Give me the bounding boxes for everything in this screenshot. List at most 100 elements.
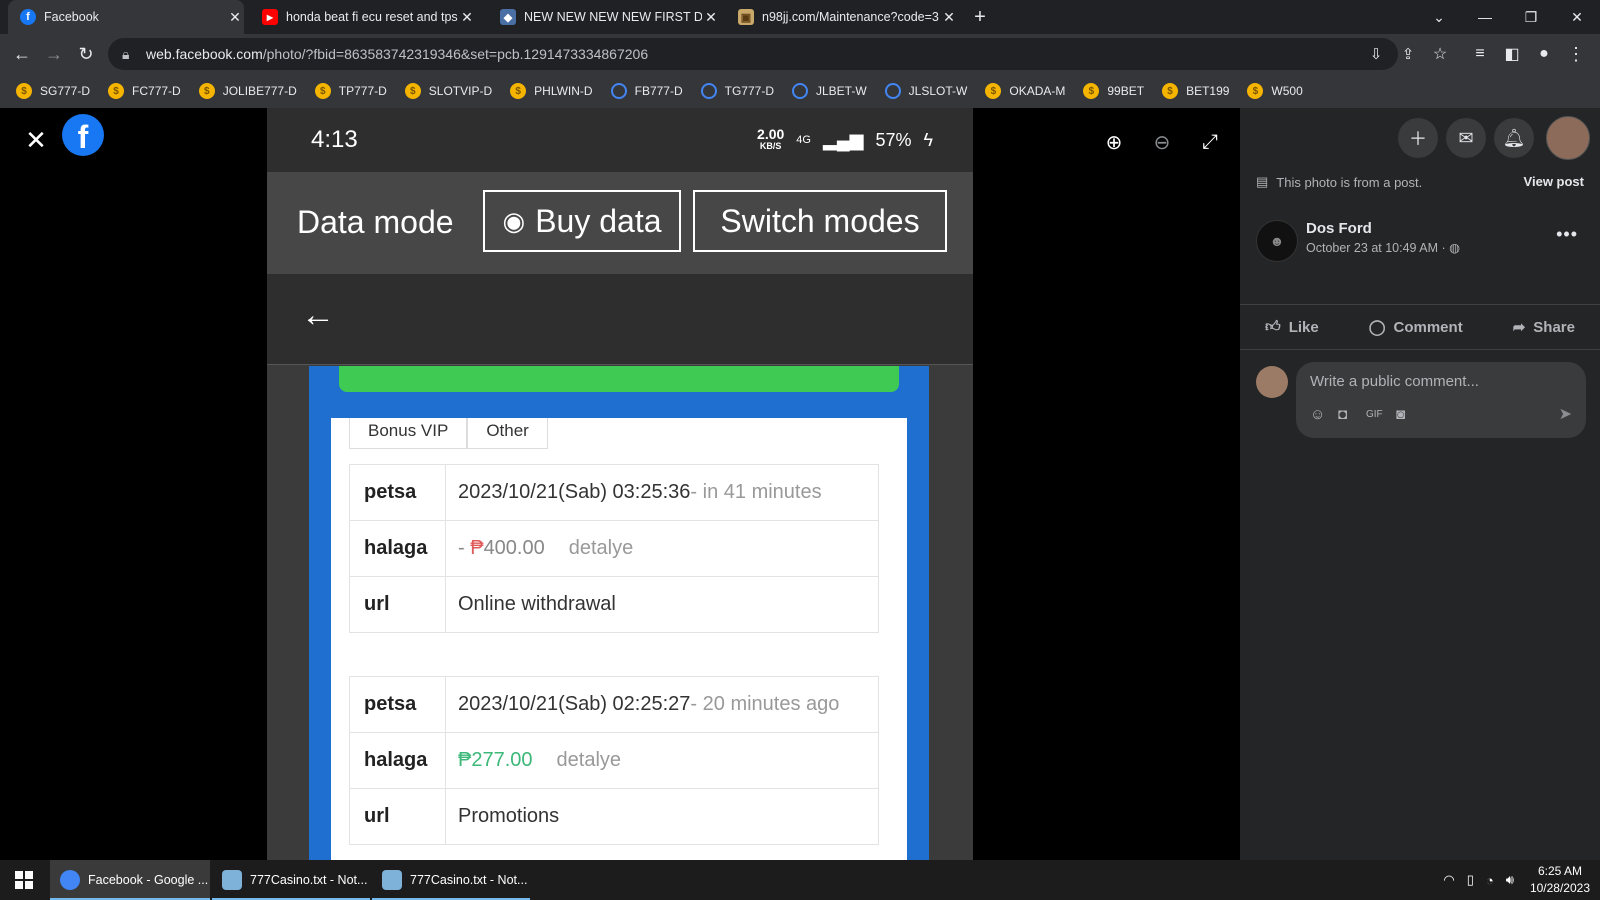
buy-data-label: Buy data bbox=[535, 202, 662, 239]
comment-label: Comment bbox=[1393, 318, 1463, 336]
share-page-icon[interactable]: ⇪ bbox=[1394, 40, 1422, 68]
close-window-button[interactable]: ✕ bbox=[1554, 0, 1600, 34]
back-icon[interactable]: ← bbox=[8, 40, 36, 68]
zoom-in-icon[interactable]: ⊕ bbox=[1100, 128, 1128, 156]
bookmark-item[interactable]: $ OKADA-M bbox=[985, 83, 1065, 99]
tab-facebook[interactable]: f Facebook ✕ bbox=[8, 0, 244, 34]
close-viewer-icon[interactable]: ✕ bbox=[22, 125, 50, 155]
bookmark-item[interactable]: JLSLOT-W bbox=[884, 83, 967, 99]
camera-icon[interactable]: ◘ bbox=[1338, 406, 1347, 423]
bookmark-item[interactable]: $ BET199 bbox=[1162, 83, 1229, 99]
bookmark-item[interactable]: FB777-D bbox=[610, 83, 683, 99]
taskbar-chrome[interactable]: Facebook - Google ... bbox=[50, 860, 210, 900]
close-tab-icon[interactable]: ✕ bbox=[702, 9, 720, 26]
start-button[interactable] bbox=[0, 860, 48, 900]
volume-icon[interactable]: 🔊︎ bbox=[1506, 872, 1514, 888]
bookmark-label: FC777-D bbox=[132, 84, 181, 98]
zoom-out-icon[interactable]: ⊖ bbox=[1148, 128, 1176, 156]
bookmark-item[interactable]: $ TP777-D bbox=[314, 83, 387, 99]
table-row: halaga - ₱400.00 detalye bbox=[349, 520, 879, 577]
like-button[interactable]: 👍︎ Like bbox=[1265, 318, 1319, 336]
like-label: Like bbox=[1288, 318, 1319, 336]
transaction-tabs: Bonus VIP Other bbox=[349, 418, 548, 449]
casino-site-panel: Bonus VIP Other petsa 2023/10/21(Sab) 03… bbox=[309, 366, 929, 860]
install-icon[interactable]: ⇩ bbox=[1362, 40, 1390, 68]
close-tab-icon[interactable]: ✕ bbox=[458, 9, 476, 26]
more-options-icon[interactable]: ••• bbox=[1556, 224, 1578, 245]
system-clock[interactable]: 6:25 AM 10/28/2023 bbox=[1530, 863, 1590, 897]
transaction-card: Bonus VIP Other petsa 2023/10/21(Sab) 03… bbox=[331, 418, 907, 860]
fullscreen-icon[interactable]: ⤢ bbox=[1196, 128, 1224, 156]
battery-icon[interactable]: ▯ bbox=[1467, 872, 1474, 888]
author-avatar[interactable]: ☻ bbox=[1256, 220, 1298, 262]
close-tab-icon[interactable]: ✕ bbox=[226, 9, 244, 26]
bookmark-label: TP777-D bbox=[338, 84, 387, 98]
tab-other: Other bbox=[467, 418, 548, 449]
amount-key: halaga bbox=[349, 732, 446, 789]
phone-clock: 4:13 bbox=[311, 126, 358, 153]
forward-icon[interactable]: → bbox=[40, 40, 68, 68]
share-button[interactable]: ➦ Share bbox=[1513, 318, 1575, 337]
bookmark-item[interactable]: $ PHLWIN-D bbox=[510, 83, 593, 99]
date-value: 2023/10/21(Sab) 03:25:36- in 41 minutes bbox=[445, 464, 879, 521]
headset-icon[interactable]: ◠ bbox=[1443, 872, 1454, 888]
minimize-button[interactable]: — bbox=[1462, 0, 1508, 34]
comment-button[interactable]: ◯ Comment bbox=[1369, 318, 1463, 337]
tab-first-dep[interactable]: ◆ NEW NEW NEW NEW FIRST DEP ✕ bbox=[488, 0, 720, 34]
bookmark-item[interactable]: $ W500 bbox=[1247, 83, 1303, 99]
bookmark-item[interactable]: $99BET bbox=[1083, 83, 1144, 99]
post-timestamp[interactable]: October 23 at 10:49 AM · ◍ bbox=[1306, 240, 1460, 255]
bookmark-item[interactable]: TG777-D bbox=[700, 83, 774, 99]
menu-icon[interactable]: ⋮ bbox=[1562, 40, 1590, 68]
address-bar[interactable]: 🔒︎ web.facebook.com/photo/?fbid=86358374… bbox=[108, 38, 1398, 70]
taskbar-label: 777Casino.txt - Not... bbox=[410, 873, 528, 887]
taskbar-notepad-2[interactable]: 777Casino.txt - Not... bbox=[372, 860, 530, 900]
photo-image: 4:13 2.00 KB/S 4G ▂▄▆ 57% ϟ Data mode ◉ … bbox=[267, 108, 973, 860]
create-button[interactable]: ＋ bbox=[1398, 118, 1438, 158]
bookmark-item[interactable]: JLBET-W bbox=[792, 83, 867, 99]
new-tab-button[interactable]: + bbox=[964, 0, 996, 34]
date-key: petsa bbox=[349, 464, 446, 521]
tab-bonus-vip: Bonus VIP bbox=[349, 418, 468, 449]
tab-search-icon[interactable]: ⌄ bbox=[1416, 0, 1462, 34]
coin-icon: $ bbox=[1162, 83, 1179, 99]
side-panel-icon[interactable]: ◧ bbox=[1498, 40, 1526, 68]
view-post-link[interactable]: View post bbox=[1524, 174, 1584, 189]
tab-title: Facebook bbox=[44, 10, 99, 24]
bookmark-item[interactable]: $ SG777-D bbox=[16, 83, 90, 99]
coin-icon: $ bbox=[314, 83, 331, 99]
clock-date: 10/28/2023 bbox=[1529, 881, 1590, 895]
send-icon[interactable]: ➤ bbox=[1559, 404, 1572, 424]
date-key: petsa bbox=[349, 676, 446, 733]
tab-youtube[interactable]: ▶ honda beat fi ecu reset and tps ✕ bbox=[250, 0, 476, 34]
phone-back-arrow-icon: ← bbox=[301, 296, 335, 334]
emoji-icon[interactable]: ☺ bbox=[1310, 406, 1325, 423]
bookmark-star-icon[interactable]: ☆ bbox=[1426, 40, 1454, 68]
wifi-icon[interactable]: ◔ bbox=[1486, 873, 1494, 888]
coin-icon: $ bbox=[1083, 83, 1100, 99]
reload-icon[interactable]: ↻ bbox=[72, 40, 100, 68]
bookmark-label: PHLWIN-D bbox=[534, 84, 593, 98]
restore-button[interactable]: ❐ bbox=[1508, 0, 1554, 34]
gif-icon[interactable]: GIF bbox=[1366, 409, 1383, 420]
tab-maintenance[interactable]: ▣ n98jj.com/Maintenance?code=3 ✕ bbox=[726, 0, 958, 34]
account-avatar[interactable] bbox=[1546, 116, 1590, 160]
reading-list-icon[interactable]: ≡ bbox=[1466, 40, 1494, 68]
sticker-icon[interactable]: ◙ bbox=[1396, 406, 1405, 423]
taskbar-label: 777Casino.txt - Not... bbox=[250, 873, 368, 887]
close-tab-icon[interactable]: ✕ bbox=[940, 9, 958, 26]
notepad-icon bbox=[382, 870, 402, 890]
taskbar-notepad-1[interactable]: 777Casino.txt - Not... bbox=[212, 860, 370, 900]
post-note: ▤ This photo is from a post. bbox=[1256, 174, 1422, 190]
bookmark-item[interactable]: $ FC777-D bbox=[108, 83, 181, 99]
table-row: url Promotions bbox=[349, 788, 879, 845]
comment-input[interactable] bbox=[1308, 372, 1572, 391]
facebook-logo-icon[interactable]: f bbox=[62, 114, 104, 156]
messenger-icon[interactable]: ✉ bbox=[1446, 118, 1486, 158]
bookmark-item[interactable]: $ JOLIBE777-D bbox=[198, 83, 297, 99]
bookmark-item[interactable]: $ SLOTVIP-D bbox=[404, 83, 492, 99]
profile-icon[interactable]: ● bbox=[1530, 40, 1558, 68]
comment-composer: ☺ ◘ GIF ◙ ➤ bbox=[1296, 362, 1586, 438]
author-name[interactable]: Dos Ford bbox=[1306, 220, 1372, 237]
notifications-bell-icon[interactable]: 🔔︎ bbox=[1494, 118, 1534, 158]
